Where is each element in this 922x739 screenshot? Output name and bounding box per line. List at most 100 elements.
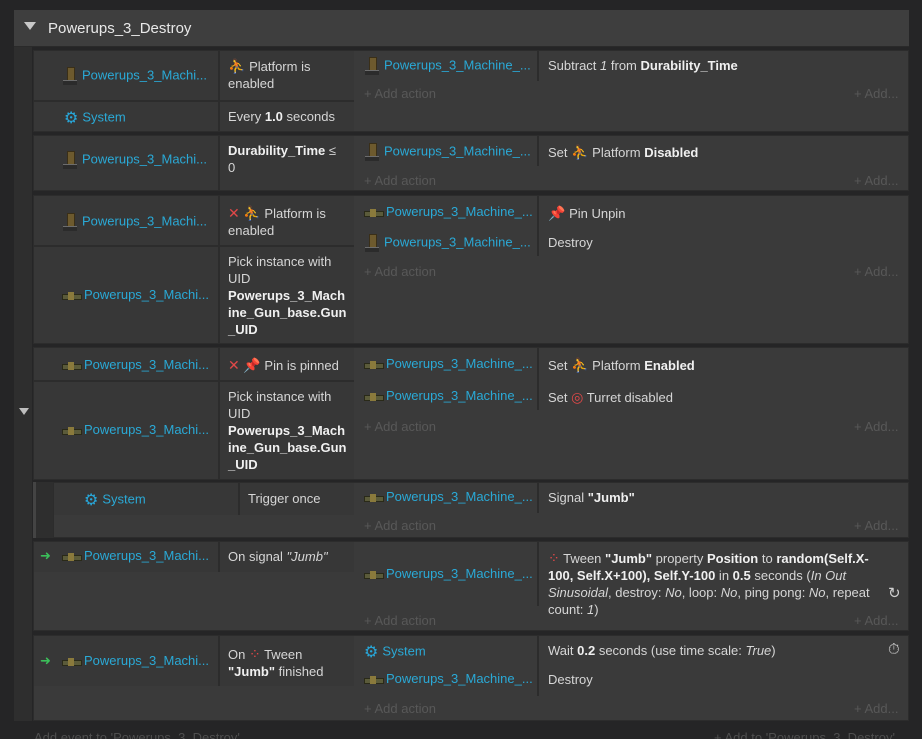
- add-more-link[interactable]: + Add...: [854, 701, 898, 716]
- sub-event-indent: [33, 482, 53, 538]
- text: Platform: [588, 358, 645, 373]
- text: Subtract: [548, 58, 601, 73]
- text: finished: [275, 664, 324, 679]
- value: 1.0: [264, 109, 283, 124]
- action-set-platform-disabled[interactable]: Set ⛹ Platform Disabled: [548, 144, 698, 161]
- add-action-label: Add action: [374, 86, 436, 101]
- add-more-link[interactable]: + Add...: [854, 419, 898, 434]
- action-object-gun[interactable]: Powerups_3_Machine_...: [364, 489, 533, 504]
- condition-object-system[interactable]: ⚙ System: [64, 108, 126, 128]
- action-set-turret-disabled[interactable]: Set ◎ Turret disabled: [548, 389, 673, 406]
- group-header[interactable]: Powerups_3_Destroy: [14, 10, 909, 47]
- condition-pin-not-pinned[interactable]: ✕ 📌 Pin is pinned: [228, 357, 352, 374]
- add-label: Add...: [864, 264, 899, 279]
- text: property: [652, 551, 707, 566]
- action-object-system[interactable]: ⚙ System: [364, 642, 426, 662]
- add-more-link[interactable]: + Add...: [854, 613, 898, 628]
- gear-icon: ⚙: [364, 644, 379, 661]
- action-object-machine[interactable]: Powerups_3_Machine_...: [364, 57, 531, 75]
- turret-behavior-icon: ◎: [571, 389, 584, 405]
- condition-object-machine[interactable]: Powerups_3_Machi...: [62, 213, 207, 231]
- add-to-group-link[interactable]: + Add to 'Powerups_3_Destroy': [714, 730, 895, 739]
- action-object-machine[interactable]: Powerups_3_Machine_...: [364, 143, 531, 161]
- action-pin-unpin[interactable]: 📌 Pin Unpin: [548, 205, 625, 222]
- condition-object-gun[interactable]: Powerups_3_Machi...: [62, 422, 209, 437]
- add-action-link[interactable]: + Add action: [364, 173, 436, 188]
- add-label: Add...: [864, 86, 899, 101]
- action-signal[interactable]: Signal "Jumb": [548, 489, 635, 506]
- text: in: [715, 568, 733, 583]
- add-more-link[interactable]: + Add...: [854, 86, 898, 101]
- action-object-gun[interactable]: Powerups_3_Machine_...: [364, 388, 533, 403]
- condition-platform-not-enabled[interactable]: ✕ ⛹ Platform is enabled: [228, 205, 348, 239]
- add-label: Add...: [864, 701, 899, 716]
- condition-every-seconds[interactable]: Every 1.0 seconds: [228, 108, 335, 125]
- condition-on-signal[interactable]: On signal "Jumb": [228, 548, 328, 565]
- text: On: [228, 647, 249, 662]
- expand-triangle-icon[interactable]: [19, 408, 29, 415]
- condition-trigger-once[interactable]: Trigger once: [248, 490, 321, 507]
- collapse-triangle-icon[interactable]: [24, 22, 36, 30]
- action-subtract[interactable]: Subtract 1 from Durability_Time: [548, 57, 738, 74]
- condition-platform-enabled[interactable]: ⛹ Platform is enabled: [228, 58, 348, 92]
- gun-icon: [364, 208, 384, 217]
- add-action-link[interactable]: + Add action: [364, 613, 436, 628]
- invert-x-icon: ✕: [228, 357, 240, 373]
- value: No: [665, 585, 682, 600]
- tower-icon: [62, 67, 78, 85]
- condition-object-machine[interactable]: Powerups_3_Machi...: [62, 151, 207, 169]
- tower-icon: [364, 57, 380, 75]
- add-event-link[interactable]: Add event to 'Powerups_3_Destroy': [34, 730, 240, 739]
- condition-object-gun[interactable]: Powerups_3_Machi...: [62, 357, 209, 372]
- add-action-link[interactable]: + Add action: [364, 701, 436, 716]
- action-object-gun[interactable]: Powerups_3_Machine_...: [364, 204, 533, 219]
- action-object-machine[interactable]: Powerups_3_Machine_...: [364, 234, 531, 252]
- action-object-gun[interactable]: Powerups_3_Machine_...: [364, 671, 533, 686]
- add-action-link[interactable]: + Add action: [364, 518, 436, 533]
- condition-on-tween-finished[interactable]: On ⁘ Tween "Jumb" finished: [228, 646, 348, 680]
- add-more-link[interactable]: + Add...: [854, 518, 898, 533]
- add-more-link[interactable]: + Add...: [854, 173, 898, 188]
- variable: Durability_Time: [640, 58, 738, 73]
- action-destroy[interactable]: Destroy: [548, 671, 593, 688]
- action-object-gun[interactable]: Powerups_3_Machine_...: [364, 566, 533, 581]
- condition-pick-by-uid[interactable]: Pick instance with UID Powerups_3_Machine…: [228, 253, 348, 338]
- action-tween[interactable]: ⁘ Tween "Jumb" property Position to rand…: [548, 550, 888, 618]
- invert-x-icon: ✕: [228, 205, 240, 221]
- value: No: [720, 585, 738, 600]
- divider: [218, 636, 220, 686]
- gear-icon: ⚙: [84, 492, 99, 509]
- condition-object-machine[interactable]: Powerups_3_Machi...: [62, 67, 207, 85]
- text: Wait: [548, 643, 578, 658]
- condition-object-gun[interactable]: Powerups_3_Machi...: [62, 653, 209, 668]
- action-object-gun[interactable]: Powerups_3_Machine_...: [364, 356, 533, 371]
- condition-object-gun[interactable]: Powerups_3_Machi...: [62, 287, 209, 302]
- divider: [238, 483, 240, 515]
- condition-durability-compare[interactable]: Durability_Time ≤0: [228, 142, 348, 176]
- action-set-platform-enabled[interactable]: Set ⛹ Platform Enabled: [548, 357, 695, 374]
- gun-icon: [364, 392, 384, 401]
- action-destroy[interactable]: Destroy: [548, 234, 593, 251]
- divider: [537, 483, 539, 513]
- value: No: [808, 585, 826, 600]
- text: , ping pong:: [737, 585, 809, 600]
- add-action-link[interactable]: + Add action: [364, 419, 436, 434]
- add-action-link[interactable]: + Add action: [364, 264, 436, 279]
- gun-icon: [62, 426, 82, 435]
- condition-object-gun[interactable]: Powerups_3_Machi...: [62, 548, 209, 563]
- condition-pick-by-uid[interactable]: Pick instance with UID Powerups_3_Machine…: [228, 388, 348, 473]
- value: 0.5: [732, 568, 751, 583]
- add-action-link[interactable]: + Add action: [364, 86, 436, 101]
- gun-icon: [364, 675, 384, 684]
- object-name: Powerups_3_Machine_...: [386, 388, 533, 403]
- value: 0: [228, 160, 236, 175]
- tween-behavior-icon: ⁘: [548, 550, 560, 566]
- add-more-link[interactable]: + Add...: [854, 264, 898, 279]
- value: Position: [706, 551, 759, 566]
- action-wait[interactable]: Wait 0.2 seconds (use time scale: True): [548, 642, 776, 659]
- divider: [537, 636, 539, 696]
- condition-text: Pin is pinned: [264, 358, 339, 373]
- pin-icon: 📌: [548, 205, 566, 221]
- add-label: Add...: [864, 173, 899, 188]
- condition-object-system[interactable]: ⚙ System: [84, 490, 146, 510]
